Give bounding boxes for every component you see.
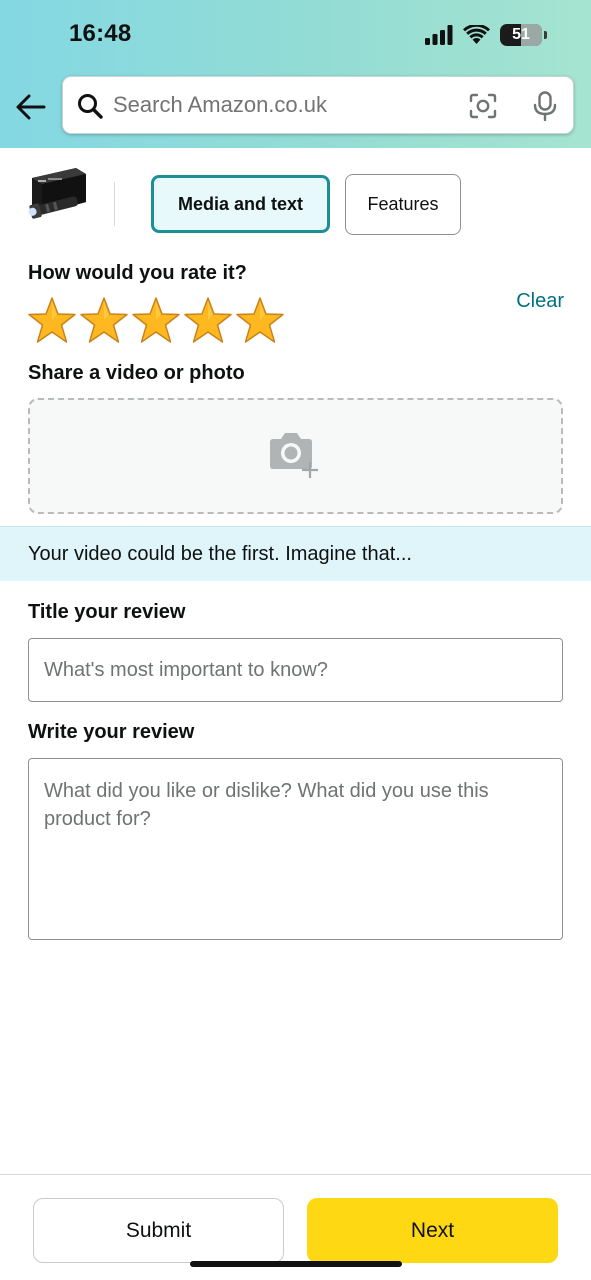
banner-text: Your video could be the first. Imagine t… (28, 543, 412, 565)
star-icon-5[interactable] (235, 296, 285, 346)
title-heading: Title your review (28, 601, 186, 623)
search-input[interactable] (113, 77, 453, 133)
search-icon (78, 94, 103, 119)
battery-percent: 51 (512, 26, 530, 43)
review-heading: Write your review (28, 721, 195, 743)
app-header: 16:48 51 (0, 0, 591, 148)
status-time: 16:48 (69, 20, 132, 47)
star-icon-3[interactable] (131, 296, 181, 346)
add-photo-camera-icon (270, 433, 318, 478)
status-icons: 51 (425, 22, 547, 48)
media-upload-area[interactable] (28, 398, 563, 514)
tab-media-and-text[interactable]: Media and text (151, 175, 330, 233)
star-rating[interactable] (27, 296, 285, 346)
divider (114, 182, 115, 226)
submit-button[interactable]: Submit (33, 1198, 284, 1263)
rating-heading: How would you rate it? (28, 262, 247, 284)
home-indicator[interactable] (190, 1261, 402, 1267)
cellular-signal-icon (425, 25, 453, 45)
back-arrow-icon (16, 94, 46, 120)
wifi-icon (463, 25, 490, 44)
camera-lens-icon[interactable] (469, 93, 497, 119)
media-heading: Share a video or photo (28, 362, 245, 384)
star-icon-4[interactable] (183, 296, 233, 346)
tab-features[interactable]: Features (345, 174, 461, 235)
search-bar[interactable] (62, 76, 574, 134)
battery-icon: 51 (500, 24, 542, 46)
back-button[interactable] (14, 90, 48, 124)
review-text-area[interactable] (28, 758, 563, 940)
microphone-icon[interactable] (531, 91, 559, 121)
star-icon-1[interactable] (27, 296, 77, 346)
video-info-banner: Your video could be the first. Imagine t… (0, 526, 591, 581)
review-title-input[interactable] (28, 638, 563, 702)
next-button[interactable]: Next (307, 1198, 558, 1263)
star-icon-2[interactable] (79, 296, 129, 346)
clear-rating-link[interactable]: Clear (516, 290, 564, 313)
product-thumbnail (28, 168, 86, 219)
